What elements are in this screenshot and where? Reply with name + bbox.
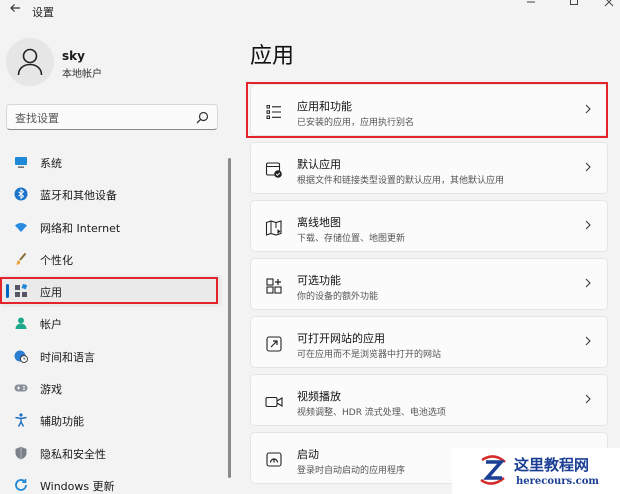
card-subtitle: 登录时自动启动的应用程序 [297, 466, 406, 476]
account-type: 本地帐户 [62, 69, 102, 80]
card-subtitle: 可在应用而不是浏览器中打开的网站 [297, 350, 442, 360]
card-title: 可打开网站的应用 [297, 332, 385, 345]
chevron-right-icon [585, 162, 591, 172]
sidebar-item-label: 帐户 [40, 318, 62, 332]
accessibility-icon [15, 413, 27, 428]
card-title: 可选功能 [297, 274, 341, 287]
video-icon [265, 396, 283, 408]
person-avatar-icon [17, 48, 43, 76]
card-subtitle: 视频调整、HDR 流式处理、电池选项 [297, 408, 446, 418]
card-subtitle: 根据文件和链接类型设置的默认应用，其他默认应用 [297, 176, 505, 186]
chevron-right-icon [585, 220, 591, 230]
sidebar-item-label: 隐私和安全性 [40, 447, 106, 461]
card-title: 离线地图 [297, 216, 341, 229]
default-app-icon [265, 162, 282, 178]
sidebar-item-network[interactable]: 网络和 Internet [0, 211, 222, 243]
sidebar-item-time-language[interactable]: 时间和语言 [0, 340, 222, 372]
sidebar-item-label: 系统 [40, 157, 62, 170]
sidebar-item-label: 个性化 [40, 253, 73, 267]
globe-clock-icon [14, 350, 28, 363]
card-subtitle: 下载、存储位置、地图更新 [297, 234, 406, 244]
back-arrow-icon [10, 4, 20, 12]
map-icon [265, 220, 282, 236]
card-title: 启动 [297, 448, 319, 461]
minimize-button[interactable] [520, 0, 542, 12]
app-title: 设置 [32, 6, 54, 19]
chevron-right-icon [585, 336, 591, 346]
sidebar-scrollbar[interactable] [228, 158, 231, 478]
maximize-button[interactable] [563, 0, 585, 12]
sidebar-item-accessibility[interactable]: 辅助功能 [0, 404, 222, 436]
sidebar-item-bluetooth[interactable]: 蓝牙和其他设备 [0, 178, 222, 210]
close-icon [604, 0, 614, 7]
watermark-name: 这里教程网 [514, 456, 590, 474]
close-button[interactable] [598, 0, 620, 12]
sidebar-item-system[interactable]: 系统 [0, 146, 222, 178]
sidebar-item-personalization[interactable]: 个性化 [0, 243, 222, 275]
card-default-apps[interactable]: 默认应用 根据文件和链接类型设置的默认应用，其他默认应用 [250, 142, 608, 194]
sidebar-item-label: Windows 更新 [40, 479, 115, 493]
search-icon[interactable] [196, 111, 209, 124]
card-subtitle: 你的设备的额外功能 [297, 292, 379, 302]
gamepad-icon [14, 384, 28, 392]
card-apps-for-websites[interactable]: 可打开网站的应用 可在应用而不是浏览器中打开的网站 [250, 316, 608, 368]
bluetooth-icon [14, 187, 28, 201]
card-optional-features[interactable]: 可选功能 你的设备的额外功能 [250, 258, 608, 310]
shield-icon [15, 446, 27, 459]
title-bar: 设置 [0, 0, 620, 22]
chevron-right-icon [585, 278, 591, 288]
sidebar-item-gaming[interactable]: 游戏 [0, 372, 222, 404]
minimize-icon [527, 1, 535, 3]
person-icon [15, 317, 27, 330]
sidebar-item-label: 辅助功能 [40, 415, 84, 429]
card-title: 默认应用 [297, 158, 341, 171]
avatar [6, 38, 54, 86]
sidebar-item-privacy[interactable]: 隐私和安全性 [0, 437, 222, 469]
wifi-icon [15, 222, 27, 232]
page-title: 应用 [250, 44, 295, 69]
user-name: sky [62, 49, 85, 63]
sidebar-item-label: 蓝牙和其他设备 [40, 189, 117, 203]
user-profile[interactable]: sky 本地帐户 [6, 38, 206, 88]
brush-icon [16, 252, 27, 265]
sidebar-item-label: 网络和 Internet [40, 221, 121, 235]
card-title: 视频播放 [297, 390, 341, 403]
settings-list: 应用和功能 已安装的应用，应用执行别名 默认应用 根据文件和链接类型设置的默认应… [250, 84, 608, 490]
search-input[interactable]: 查找设置 [15, 110, 59, 126]
open-web-icon [266, 336, 282, 352]
update-icon [15, 478, 27, 491]
sidebar-item-label: 时间和语言 [40, 350, 95, 364]
optional-features-icon [266, 278, 282, 294]
sidebar-item-label: 游戏 [40, 383, 62, 397]
watermark: 这里教程网 herecours.com [452, 448, 620, 494]
sidebar-highlight-box [0, 277, 218, 304]
chevron-right-icon [585, 394, 591, 404]
startup-icon [266, 452, 282, 467]
back-button[interactable] [6, 2, 24, 18]
maximize-icon [570, 0, 578, 5]
card-video-playback[interactable]: 视频播放 视频调整、HDR 流式处理、电池选项 [250, 374, 608, 426]
card-highlight-box [246, 82, 608, 138]
card-offline-maps[interactable]: 离线地图 下载、存储位置、地图更新 [250, 200, 608, 252]
sidebar-nav: 系统 蓝牙和其他设备 网络和 Internet 个性化 应用 帐户 时间和语言 … [0, 146, 222, 494]
search-box[interactable]: 查找设置 [6, 104, 218, 130]
watermark-site: herecours.com [516, 476, 600, 487]
monitor-icon [15, 157, 27, 168]
sidebar-item-windows-update[interactable]: Windows 更新 [0, 469, 222, 494]
watermark-logo-icon [480, 455, 506, 485]
sidebar-item-accounts[interactable]: 帐户 [0, 307, 222, 339]
